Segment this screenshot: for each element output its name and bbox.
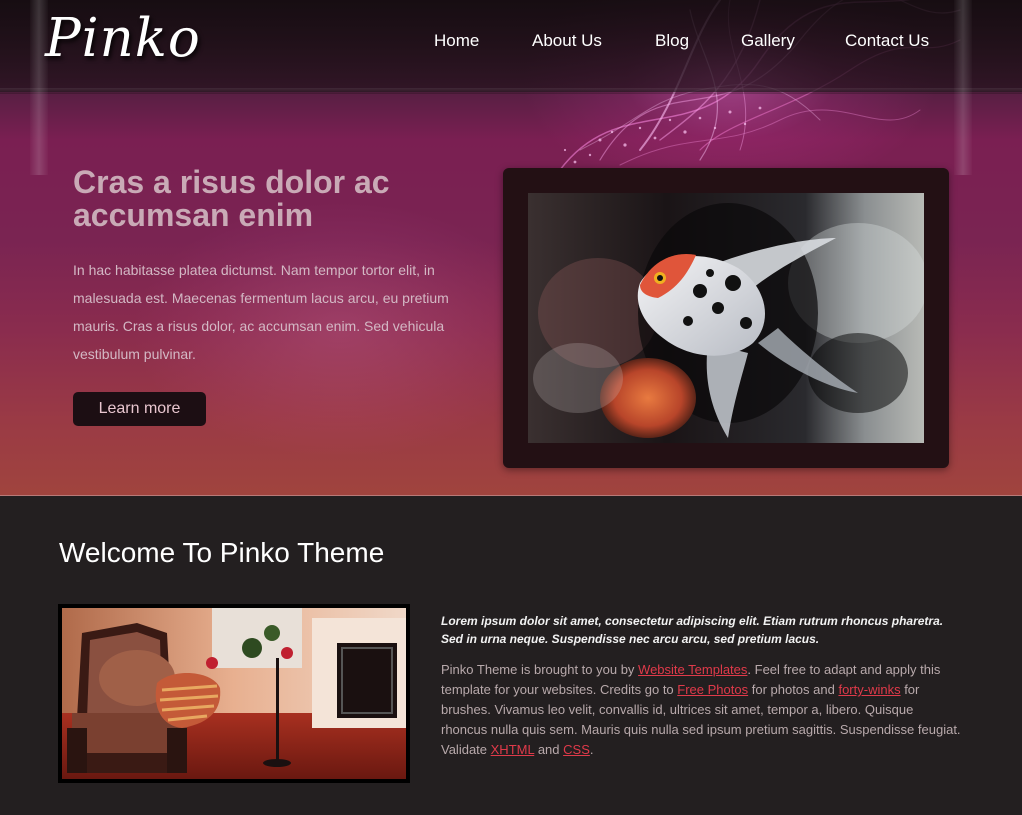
main-content: Welcome To Pinko Theme Lorem ipsum dolor…	[0, 495, 1022, 815]
header-glow-right-decoration	[954, 0, 972, 175]
hero-title-line-1: Cras a risus dolor ac	[73, 164, 390, 200]
website-templates-link[interactable]: Website Templates	[638, 662, 747, 677]
nav-item-home[interactable]: Home	[434, 31, 479, 51]
intro-body-text: Pinko Theme is brought to you by Website…	[441, 660, 961, 760]
forty-winks-link[interactable]: forty-winks	[838, 682, 900, 697]
main-nav: Home About Us Blog Gallery Contact Us	[0, 31, 1022, 55]
nav-item-contact-us[interactable]: Contact Us	[845, 31, 929, 51]
body-text-part-1: Pinko Theme is brought to you by	[441, 662, 639, 677]
welcome-heading: Welcome To Pinko Theme	[59, 537, 385, 568]
hero-title: Cras a risus dolor ac accumsan enim	[73, 166, 493, 232]
armchair-room-photo[interactable]	[62, 608, 406, 779]
hero-title-line-2: accumsan enim	[73, 197, 314, 233]
learn-more-button[interactable]: Learn more	[73, 392, 206, 426]
body-text-part-3: for photos and	[748, 682, 839, 697]
nav-item-gallery[interactable]: Gallery	[741, 31, 795, 51]
body-text-part-5: and	[534, 742, 564, 757]
header-divider	[0, 88, 1022, 94]
free-photos-link[interactable]: Free Photos	[677, 682, 748, 697]
hero-description: In hac habitasse platea dictumst. Nam te…	[73, 262, 449, 362]
intro-lead-text: Lorem ipsum dolor sit amet, consectetur …	[441, 614, 944, 646]
nav-item-blog[interactable]: Blog	[655, 31, 689, 51]
room-photo-frame	[58, 604, 410, 783]
hero-banner: Pinko Home About Us Blog Gallery Contact…	[0, 0, 1022, 495]
angelfish-photo[interactable]	[528, 193, 924, 443]
nav-item-about-us[interactable]: About Us	[532, 31, 602, 51]
body-text-part-6: .	[589, 742, 594, 757]
xhtml-link[interactable]: XHTML	[491, 742, 535, 757]
featured-photo-frame	[503, 168, 949, 468]
css-link[interactable]: CSS	[563, 742, 590, 757]
